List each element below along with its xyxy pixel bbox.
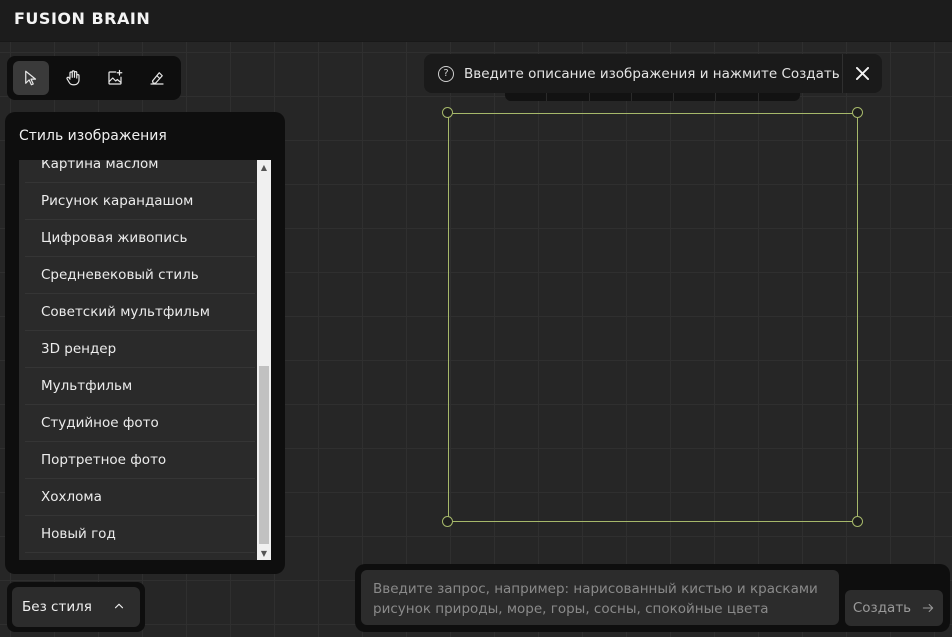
image-style-panel: Стиль изображения Картина маслом Рисунок …: [5, 112, 285, 574]
app-logo[interactable]: FUSION BRAIN: [14, 9, 150, 28]
hint-close-button[interactable]: [842, 54, 882, 93]
scroll-up-arrow-icon[interactable]: ▲: [257, 160, 271, 174]
eraser-tool-button[interactable]: [139, 61, 175, 95]
style-select-button[interactable]: Без стиля: [12, 587, 140, 627]
style-list-item[interactable]: Средневековый стиль: [25, 257, 255, 294]
select-tool-button[interactable]: [13, 61, 49, 95]
style-panel-title: Стиль изображения: [19, 128, 167, 144]
style-list-item[interactable]: Портретное фото: [25, 442, 255, 479]
add-image-tool-button[interactable]: [97, 61, 133, 95]
arrow-right-icon: [922, 603, 934, 613]
image-plus-icon: [108, 69, 123, 85]
style-list-item[interactable]: 3D рендер: [25, 331, 255, 368]
frame-resize-handle-bottom-right[interactable]: [852, 516, 863, 527]
app-header: FUSION BRAIN: [0, 0, 952, 42]
frame-resize-handle-bottom-left[interactable]: [442, 516, 453, 527]
style-list-item[interactable]: Мультфильм: [25, 368, 255, 405]
prompt-panel: Создать: [355, 564, 950, 632]
style-list-item[interactable]: Картина маслом: [25, 160, 255, 183]
hint-tooltip: ? Введите описание изображения и нажмите…: [424, 54, 882, 93]
scroll-thumb[interactable]: [259, 366, 269, 544]
chevron-up-icon: [112, 598, 126, 617]
generation-frame[interactable]: [448, 113, 858, 522]
style-list-items: Картина маслом Рисунок карандашом Цифровая…: [19, 160, 255, 553]
question-icon: ?: [438, 65, 454, 82]
style-list-item[interactable]: Хохлома: [25, 479, 255, 516]
prompt-input[interactable]: [361, 570, 839, 625]
style-select-container: Без стиля: [7, 582, 145, 632]
create-button-label: Создать: [852, 600, 912, 616]
style-list-item[interactable]: Рисунок карандашом: [25, 183, 255, 220]
style-list-item[interactable]: Новый год: [25, 516, 255, 553]
hint-text: Введите описание изображения и нажмите С…: [464, 65, 840, 82]
frame-resize-handle-top-right[interactable]: [852, 107, 863, 118]
style-list: Картина маслом Рисунок карандашом Цифровая…: [19, 160, 271, 560]
tool-palette: [7, 56, 181, 100]
close-icon: [856, 67, 869, 80]
style-select-label: Без стиля: [22, 599, 92, 615]
style-list-scrollbar[interactable]: ▲ ▼: [257, 160, 271, 560]
cursor-arrow-icon: [25, 70, 37, 86]
style-list-item[interactable]: Советский мультфильм: [25, 294, 255, 331]
style-list-item[interactable]: Студийное фото: [25, 405, 255, 442]
scroll-down-arrow-icon[interactable]: ▼: [257, 546, 271, 560]
style-list-item[interactable]: Цифровая живопись: [25, 220, 255, 257]
eraser-icon: [150, 72, 164, 85]
create-button[interactable]: Создать: [845, 590, 943, 626]
frame-resize-handle-top-left[interactable]: [442, 107, 453, 118]
hand-tool-button[interactable]: [55, 61, 91, 95]
hand-icon: [66, 70, 80, 86]
